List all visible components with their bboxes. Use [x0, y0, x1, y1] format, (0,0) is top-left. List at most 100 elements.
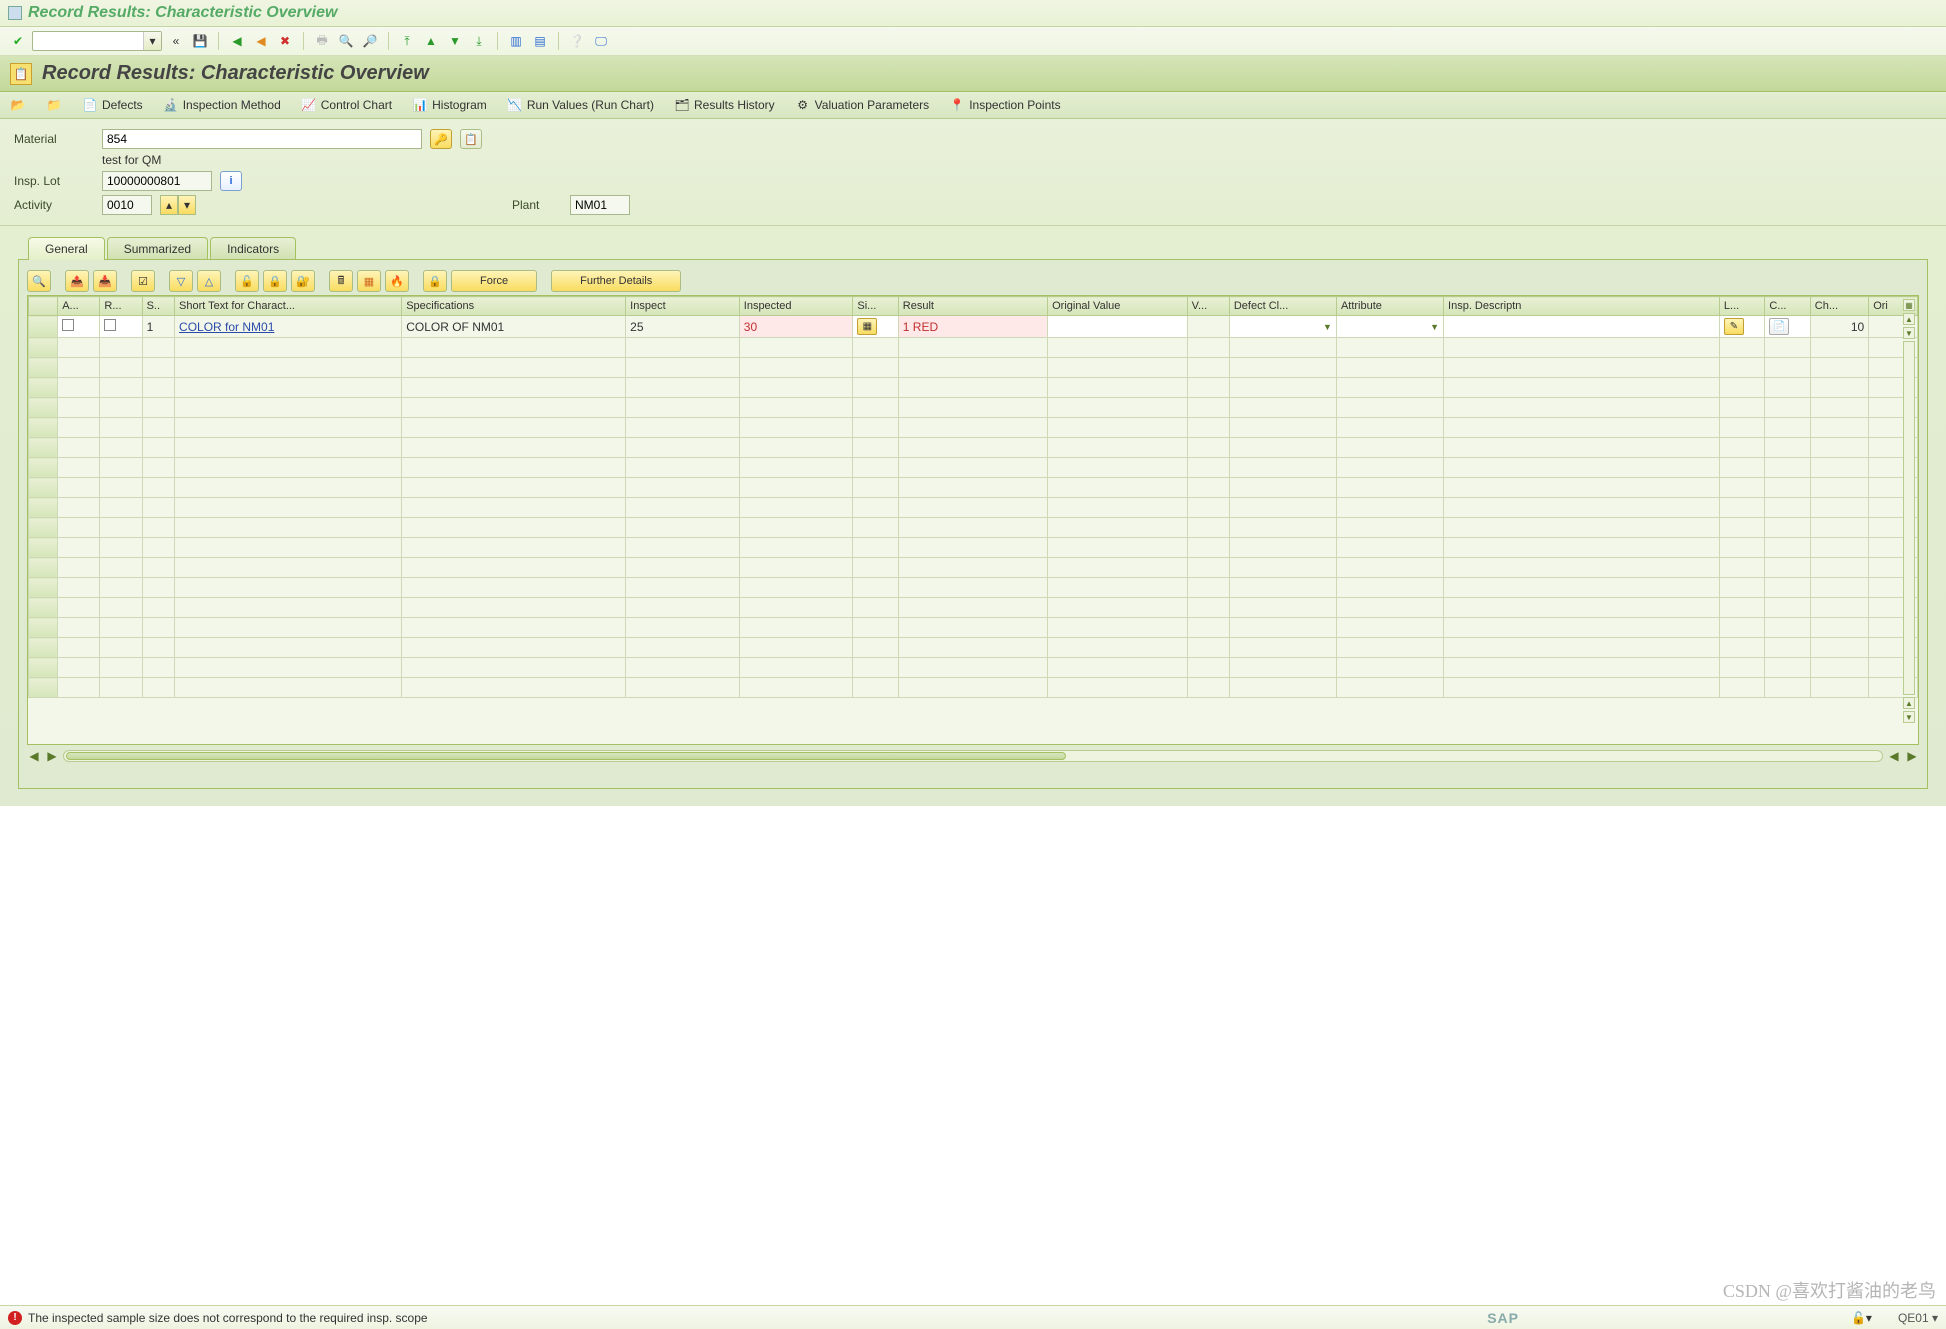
valuation-parameters-button[interactable]: ⚙Valuation Parameters — [791, 95, 934, 115]
tab-general[interactable]: General — [28, 237, 105, 260]
run-values-button[interactable]: 📉Run Values (Run Chart) — [503, 95, 658, 115]
further-details-button[interactable]: Further Details — [551, 270, 681, 292]
table-row[interactable]: 1 COLOR for NM01 COLOR OF NM01 25 30 ▦ 1… — [29, 316, 1918, 338]
material-search-button[interactable]: 🔑 — [430, 129, 452, 149]
hscroll-right2-icon[interactable]: ▶ — [1905, 749, 1919, 763]
gt-calc-icon[interactable]: 🖩 — [329, 270, 353, 292]
col-l[interactable]: L... — [1719, 297, 1764, 316]
control-chart-button[interactable]: 📈Control Chart — [297, 95, 396, 115]
cell-r[interactable] — [100, 316, 142, 338]
material-copy-button[interactable]: 📋 — [460, 129, 482, 149]
activity-up-icon[interactable]: ▴ — [160, 195, 178, 215]
inspection-points-button[interactable]: 📍Inspection Points — [945, 95, 1064, 115]
col-result[interactable]: Result — [898, 297, 1047, 316]
col-attribute[interactable]: Attribute — [1336, 297, 1443, 316]
activity-field[interactable] — [102, 195, 152, 215]
back-icon[interactable]: ◀ — [227, 31, 247, 51]
cell-c[interactable]: 📄 — [1765, 316, 1810, 338]
cell-defectcl[interactable]: ▼ — [1229, 316, 1336, 338]
grid-hscroll[interactable]: ◀ ▶ ◀ ▶ — [27, 749, 1919, 763]
hscroll-thumb[interactable] — [66, 752, 1066, 760]
gt-import-icon[interactable]: 📥 — [93, 270, 117, 292]
last-page-icon[interactable]: ⤓ — [469, 31, 489, 51]
gt-sort-desc-icon[interactable]: △ — [197, 270, 221, 292]
prev-page-icon[interactable]: ▲ — [421, 31, 441, 51]
col-si[interactable]: Si... — [853, 297, 898, 316]
gt-flame-icon[interactable]: 🔥 — [385, 270, 409, 292]
material-field[interactable] — [102, 129, 422, 149]
gt-padlock-icon[interactable]: 🔒 — [423, 270, 447, 292]
hscroll-left-icon[interactable]: ◀ — [27, 749, 41, 763]
first-page-icon[interactable]: ⤒ — [397, 31, 417, 51]
results-grid[interactable]: A... R... S.. Short Text for Charact... … — [27, 295, 1919, 745]
cell-inspected[interactable]: 30 — [739, 316, 853, 338]
col-c[interactable]: C... — [1765, 297, 1810, 316]
enter-button[interactable]: ✔ — [8, 31, 28, 51]
insp-lot-info-button[interactable]: i — [220, 171, 242, 191]
cell-attribute[interactable]: ▼ — [1336, 316, 1443, 338]
collapse-icon[interactable]: 📁 — [42, 95, 66, 115]
col-r[interactable]: R... — [100, 297, 142, 316]
hscroll-track[interactable] — [63, 750, 1883, 762]
layout-icon[interactable]: ▤ — [530, 31, 550, 51]
chevron-down-icon[interactable]: ▼ — [1323, 322, 1332, 332]
l-edit-icon[interactable]: ✎ — [1724, 318, 1744, 335]
col-origvalue[interactable]: Original Value — [1048, 297, 1188, 316]
hscroll-left2-icon[interactable]: ◀ — [1887, 749, 1901, 763]
col-a[interactable]: A... — [58, 297, 100, 316]
config-col-icon[interactable]: ▦ — [1903, 299, 1915, 311]
histogram-button[interactable]: 📊Histogram — [408, 95, 491, 115]
help-icon[interactable]: ❔ — [567, 31, 587, 51]
col-inspected[interactable]: Inspected — [739, 297, 853, 316]
insp-lot-field[interactable] — [102, 171, 212, 191]
next-page-icon[interactable]: ▼ — [445, 31, 465, 51]
cell-si[interactable]: ▦ — [853, 316, 898, 338]
c-doc-icon[interactable]: 📄 — [1769, 318, 1789, 335]
save-button[interactable]: 💾 — [190, 31, 210, 51]
inspection-method-button[interactable]: 🔬Inspection Method — [159, 95, 285, 115]
gt-unlock-icon[interactable]: 🔓 — [235, 270, 259, 292]
tab-summarized[interactable]: Summarized — [107, 237, 208, 260]
col-rowselect[interactable] — [29, 297, 58, 316]
col-s[interactable]: S.. — [142, 297, 174, 316]
col-inspdesc[interactable]: Insp. Descriptn — [1444, 297, 1720, 316]
results-history-button[interactable]: 🗂Results History — [670, 95, 779, 115]
col-defectcl[interactable]: Defect Cl... — [1229, 297, 1336, 316]
command-field[interactable]: ▾ — [32, 31, 162, 51]
cell-inspdesc[interactable] — [1444, 316, 1720, 338]
scroll-up2-icon[interactable]: ▲ — [1903, 697, 1915, 709]
force-button[interactable]: Force — [451, 270, 537, 292]
scroll-down-icon[interactable]: ▼ — [1903, 327, 1915, 339]
customize-icon[interactable]: 🖵 — [591, 31, 611, 51]
gt-grid-icon[interactable]: ▦ — [357, 270, 381, 292]
cell-a[interactable] — [58, 316, 100, 338]
hscroll-right-icon[interactable]: ▶ — [45, 749, 59, 763]
chevron-down-icon[interactable]: ▼ — [1430, 322, 1439, 332]
cancel-icon[interactable]: ✖ — [275, 31, 295, 51]
si-f4-icon[interactable]: ▦ — [857, 318, 877, 335]
back-button[interactable]: « — [166, 31, 186, 51]
exit-icon[interactable]: ◀ — [251, 31, 271, 51]
defects-button[interactable]: 📄Defects — [78, 95, 147, 115]
gt-export-icon[interactable]: 📤 — [65, 270, 89, 292]
col-v[interactable]: V... — [1187, 297, 1229, 316]
gt-details-icon[interactable]: 🔍 — [27, 270, 51, 292]
gt-lock2-icon[interactable]: 🔐 — [291, 270, 315, 292]
col-shorttext[interactable]: Short Text for Charact... — [175, 297, 402, 316]
row-selector[interactable] — [29, 316, 58, 338]
new-session-icon[interactable]: ▥ — [506, 31, 526, 51]
cell-result[interactable]: 1 RED — [898, 316, 1047, 338]
tab-indicators[interactable]: Indicators — [210, 237, 296, 260]
gt-sort-asc-icon[interactable]: ▽ — [169, 270, 193, 292]
activity-stepper[interactable]: ▴ ▾ — [160, 195, 196, 215]
scroll-up-icon[interactable]: ▲ — [1903, 313, 1915, 325]
cell-l[interactable]: ✎ — [1719, 316, 1764, 338]
cell-shorttext[interactable]: COLOR for NM01 — [175, 316, 402, 338]
expand-icon[interactable]: 📂 — [6, 95, 30, 115]
gt-select-all-icon[interactable]: ☑ — [131, 270, 155, 292]
col-ch[interactable]: Ch... — [1810, 297, 1868, 316]
grid-vscroll[interactable]: ▦ ▲ ▼ ▲ ▼ — [1902, 298, 1916, 724]
cell-origvalue[interactable] — [1048, 316, 1188, 338]
gt-lock-icon[interactable]: 🔒 — [263, 270, 287, 292]
col-specs[interactable]: Specifications — [402, 297, 626, 316]
